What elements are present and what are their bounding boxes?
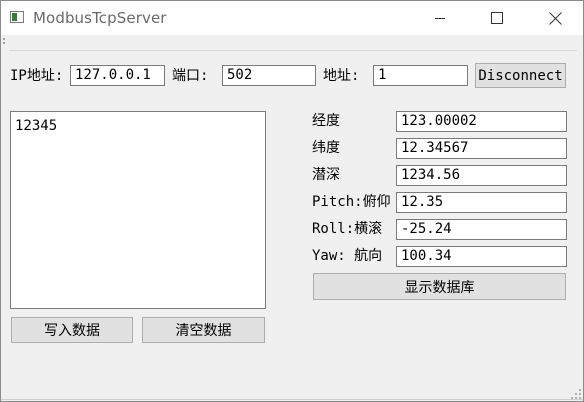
latitude-label: 纬度 (312, 140, 340, 156)
maximize-button[interactable] (474, 1, 520, 35)
address-label: 地址: (323, 68, 360, 84)
roll-field[interactable]: -25.24 (396, 219, 567, 240)
show-database-button[interactable]: 显示数据库 (313, 273, 566, 300)
longitude-label: 经度 (312, 113, 340, 129)
main-window: ModbusTcpServer IP地址: 127.0.0.1 端口: 502 … (0, 0, 584, 402)
maximize-icon (491, 12, 503, 24)
toolbar-grip-icon[interactable] (3, 38, 7, 46)
toolbar-separator (9, 50, 577, 51)
close-button[interactable] (532, 1, 578, 35)
pitch-label: Pitch:俯仰 (312, 194, 391, 210)
yaw-field[interactable]: 100.34 (396, 246, 567, 267)
ip-label: IP地址: (10, 68, 64, 84)
title-bar[interactable]: ModbusTcpServer (1, 1, 583, 35)
yaw-label: Yaw: 航向 (312, 248, 383, 264)
app-window-icon (10, 11, 24, 23)
status-bar (1, 399, 583, 400)
minimize-icon (435, 18, 445, 19)
port-label: 端口: (172, 68, 209, 84)
clear-data-button[interactable]: 清空数据 (142, 317, 265, 343)
close-icon (548, 11, 562, 25)
address-input[interactable]: 1 (373, 65, 468, 86)
write-data-button[interactable]: 写入数据 (11, 317, 133, 343)
roll-label: Roll:横滚 (312, 221, 383, 237)
longitude-field[interactable]: 123.00002 (396, 111, 567, 132)
latitude-field[interactable]: 12.34567 (396, 138, 567, 159)
disconnect-button[interactable]: Disconnect (475, 63, 566, 88)
pitch-field[interactable]: 12.35 (396, 192, 567, 213)
minimize-button[interactable] (417, 1, 463, 35)
window-title: ModbusTcpServer (33, 9, 167, 27)
depth-label: 潜深 (312, 167, 340, 183)
size-grip-icon[interactable] (570, 388, 582, 400)
port-input[interactable]: 502 (222, 65, 316, 86)
depth-field[interactable]: 1234.56 (396, 165, 567, 186)
ip-input[interactable]: 127.0.0.1 (70, 65, 165, 86)
log-textarea[interactable]: 12345 (10, 111, 266, 309)
